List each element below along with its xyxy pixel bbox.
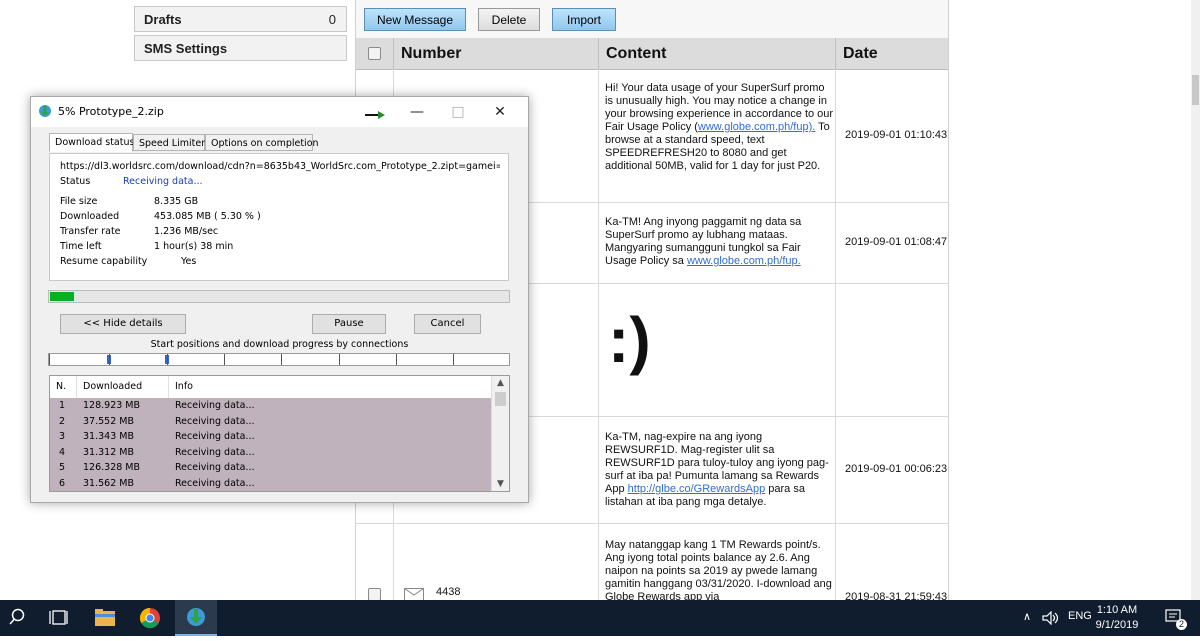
clock-time: 1:10 AM	[1096, 604, 1138, 616]
volume-icon[interactable]	[1042, 611, 1060, 625]
tab-download-status[interactable]: Download status	[49, 133, 134, 152]
list-scrollbar[interactable]: ▲ ▼	[491, 376, 509, 491]
idm-app-icon	[39, 105, 51, 117]
minimize-icon[interactable]: —	[397, 100, 437, 124]
download-progress-fill	[50, 292, 75, 301]
message-number: 4438	[436, 586, 461, 598]
downloaded-label: Downloaded	[60, 211, 120, 222]
list-item[interactable]: 2 37.552 MB Receiving data...	[50, 413, 492, 429]
taskbar: ∧ ENG 1:10 AM 9/1/2019 2	[0, 600, 1200, 636]
column-n[interactable]: N.	[50, 376, 77, 398]
file-size-label: File size	[60, 196, 98, 207]
hide-details-button[interactable]: << Hide details	[60, 314, 186, 334]
connections-label: Start positions and download progress by…	[150, 339, 409, 350]
download-window: 5% Prototype_2.zip — □ ✕ Download status…	[30, 96, 529, 503]
chevron-up-icon[interactable]: ∧	[1023, 610, 1031, 623]
column-number[interactable]: Number	[393, 38, 598, 69]
select-all-checkbox[interactable]	[368, 47, 381, 60]
column-date[interactable]: Date	[835, 38, 948, 69]
envelope-icon	[404, 588, 424, 600]
new-message-button[interactable]: New Message	[364, 8, 466, 31]
notification-count-badge: 2	[1176, 619, 1187, 630]
sidebar-item-sms-settings[interactable]: SMS Settings	[134, 35, 347, 61]
connections-progress-bar	[48, 353, 510, 366]
cancel-button[interactable]: Cancel	[414, 314, 481, 334]
search-icon[interactable]	[0, 600, 40, 636]
column-content[interactable]: Content	[598, 38, 835, 69]
status-value: Receiving data...	[123, 176, 203, 187]
message-content: May natanggap kang 1 TM Rewards point/s.…	[605, 539, 832, 600]
table-header: Number Content Date	[356, 38, 948, 70]
chevron-down-icon[interactable]: ▼	[492, 477, 509, 491]
arrow-right-icon	[365, 111, 385, 119]
message-content: Ka-TM! Ang inyong paggamit ng data sa Su…	[605, 216, 802, 267]
download-window-title: 5% Prototype_2.zip	[58, 105, 164, 118]
download-progress-bar	[48, 290, 510, 303]
sidebar-item-label: SMS Settings	[144, 41, 228, 56]
tab-speed-limiter[interactable]: Speed Limiter	[133, 134, 205, 151]
message-link[interactable]: www.globe.com.ph/fup.	[687, 255, 801, 267]
import-button[interactable]: Import	[552, 8, 616, 31]
sidebar-item-drafts[interactable]: Drafts 0	[134, 6, 347, 32]
transfer-rate-value: 1.236 MB/sec	[154, 226, 219, 237]
chrome-icon[interactable]	[130, 600, 170, 636]
toolbar: New Message Delete Import	[356, 0, 948, 39]
message-content: Ka-TM, nag-expire na ang iyong REWSURF1D…	[605, 431, 829, 508]
tab-options-on-completion[interactable]: Options on completion	[205, 134, 319, 151]
list-item[interactable]: 3 31.343 MB Receiving data...	[50, 429, 492, 445]
list-item[interactable]: 6 31.562 MB Receiving data...	[50, 475, 492, 491]
clock-date: 9/1/2019	[1095, 619, 1139, 631]
download-window-titlebar[interactable]: 5% Prototype_2.zip — □ ✕	[31, 97, 528, 127]
downloaded-value: 453.085 MB ( 5.30 % )	[154, 211, 261, 222]
message-date: 2019-09-01 01:08:47	[845, 236, 948, 248]
scrollbar-thumb[interactable]	[495, 392, 506, 406]
maximize-icon: □	[451, 104, 465, 120]
list-item[interactable]: 5 126.328 MB Receiving data...	[50, 460, 492, 476]
list-item[interactable]: 4 31.312 MB Receiving data...	[50, 444, 492, 460]
task-view-icon[interactable]	[40, 600, 80, 636]
column-info[interactable]: Info	[169, 376, 492, 398]
table-row[interactable]: 4438 May natanggap kang 1 TM Rewards poi…	[356, 523, 948, 600]
delete-button[interactable]: Delete	[478, 8, 540, 31]
transfer-rate-label: Transfer rate	[60, 226, 121, 237]
message-date: 2019-08-31 21:59:43	[845, 591, 948, 600]
language-indicator[interactable]: ENG	[1068, 610, 1092, 622]
time-left-value: 1 hour(s) 38 min	[154, 241, 234, 252]
list-item[interactable]: 1 128.923 MB Receiving data...	[50, 398, 492, 414]
clock[interactable]: 1:10 AM 9/1/2019	[1092, 603, 1142, 633]
status-label: Status	[60, 176, 91, 187]
resume-capability-label: Resume capability	[60, 256, 148, 267]
connections-list: N. Downloaded Info 1 128.923 MB Receiving …	[49, 375, 510, 492]
download-url: https://dl3.worldsrc.com/download/cdn?n=…	[60, 161, 500, 172]
page-scrollbar[interactable]	[1191, 0, 1200, 600]
idm-taskbar-icon[interactable]	[175, 600, 217, 636]
resume-capability-value: Yes	[181, 256, 197, 267]
drafts-count: 0	[328, 12, 336, 27]
close-icon[interactable]: ✕	[480, 100, 520, 124]
message-content: Hi! Your data usage of your SuperSurf pr…	[605, 82, 834, 172]
message-link[interactable]: www.globe.com.ph/fup).	[698, 121, 815, 133]
column-downloaded[interactable]: Downloaded	[77, 376, 169, 398]
pause-button[interactable]: Pause	[312, 314, 386, 334]
file-size-value: 8.335 GB	[154, 196, 199, 207]
message-content: :)	[608, 304, 651, 376]
file-explorer-icon[interactable]	[85, 600, 125, 636]
message-date: 2019-09-01 00:06:23	[845, 463, 948, 475]
sidebar-item-label: Drafts	[144, 12, 182, 27]
message-date: 2019-09-01 01:10:43	[845, 129, 948, 141]
message-link[interactable]: http://glbe.co/GRewardsApp	[628, 483, 766, 495]
chevron-up-icon[interactable]: ▲	[492, 376, 509, 390]
row-checkbox[interactable]	[368, 588, 381, 600]
download-status-panel: https://dl3.worldsrc.com/download/cdn?n=…	[49, 153, 509, 281]
time-left-label: Time left	[60, 241, 102, 252]
